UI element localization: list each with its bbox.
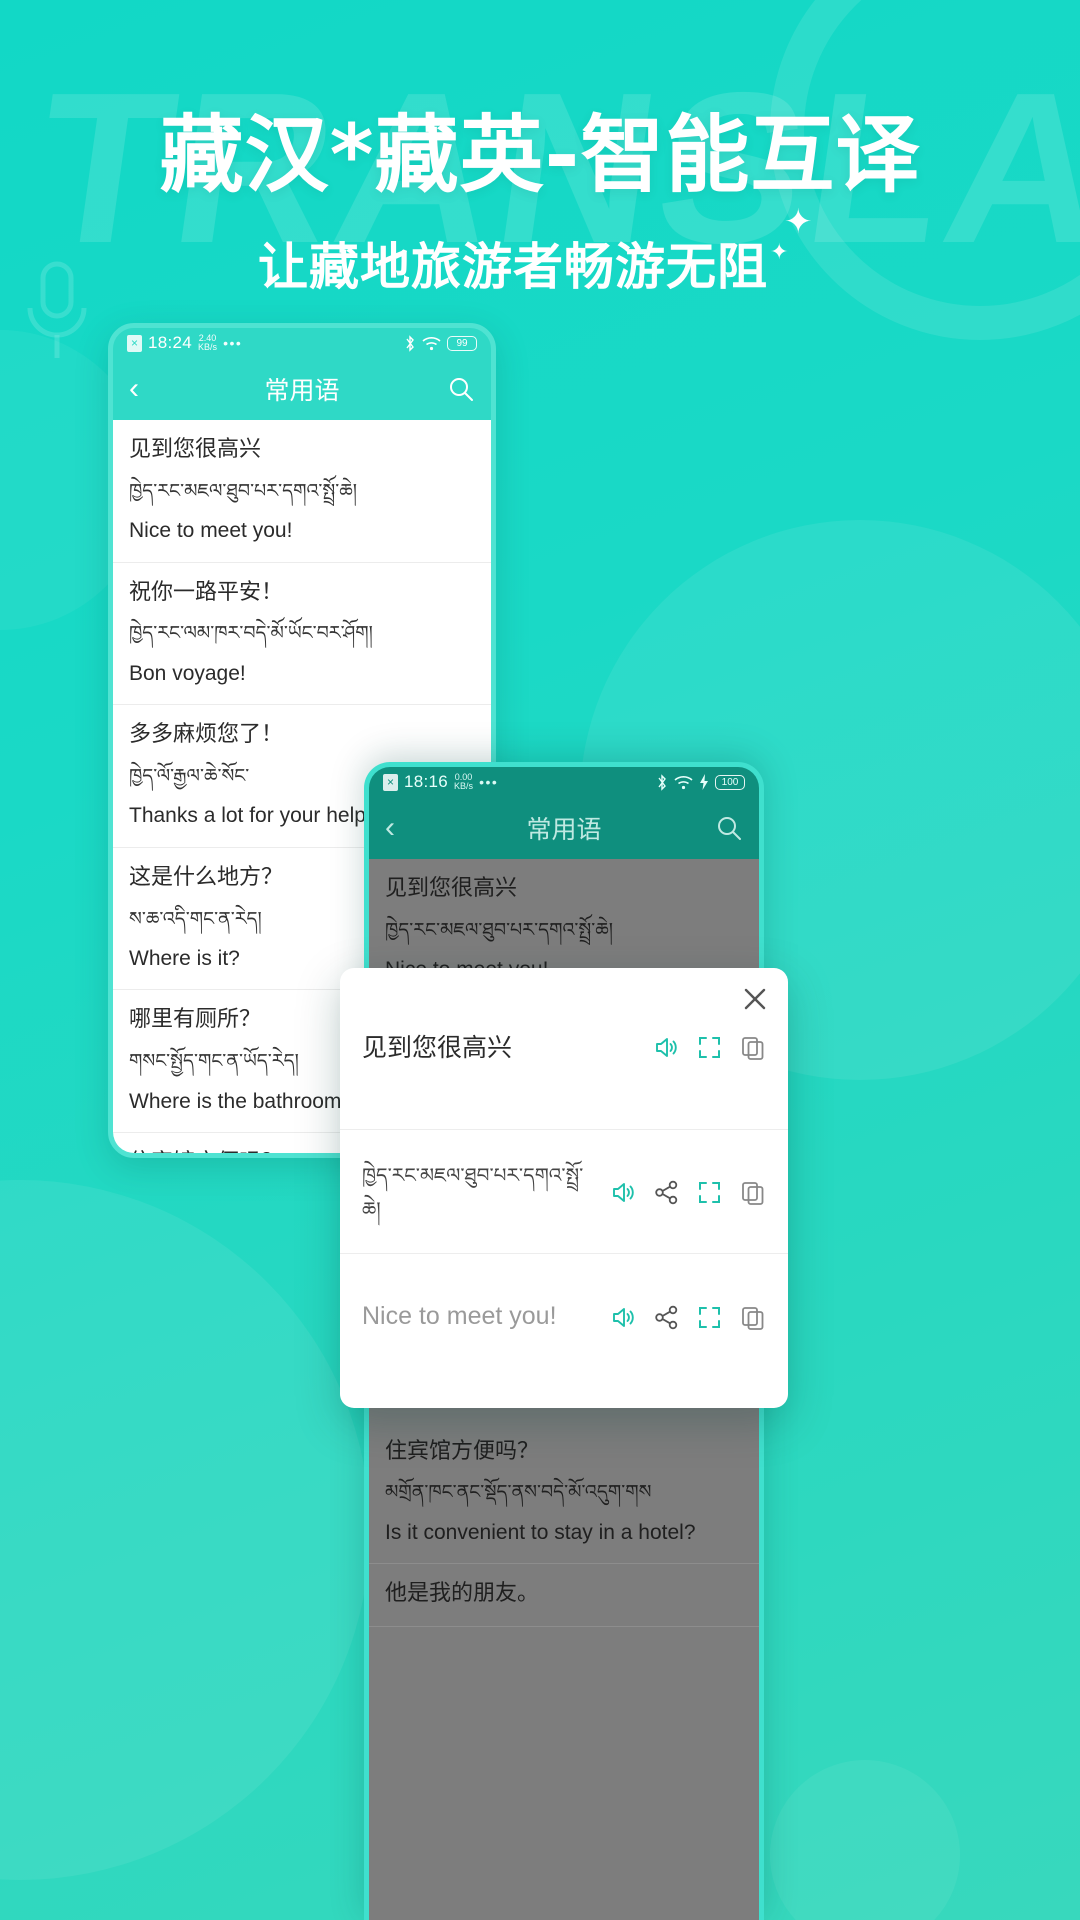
status-time: 18:24 [148,333,193,352]
list-item[interactable]: 他是我的朋友。 [369,1564,759,1628]
status-bar-2: 18:16 0.00 KB/s ••• 100 [369,767,759,797]
phrase-chinese: 他是我的朋友。 [385,1581,540,1607]
share-button[interactable] [653,1304,680,1331]
dialog-tibetan-section: ཁྱེད་རང་མཇལ་ཐུབ་པར་དགའ་སྤྲོ་ཆེ། [340,1130,788,1254]
phrase-chinese: 见到您很高兴 [129,437,262,462]
phrase-english: Is it convenient to stay in a hotel? [385,1520,696,1544]
bluetooth-icon [658,773,666,791]
copy-icon [742,1306,764,1330]
status-overflow-dots: ••• [479,774,499,790]
status-time: 18:16 [404,772,449,791]
expand-icon [699,1182,720,1203]
speaker-button[interactable] [610,1179,637,1206]
promo-subline: 让藏地旅游者畅游无阻 [258,237,768,296]
sparkle-big-icon: ✦ [784,202,813,241]
dialog-tibetan-text: ཁྱེད་རང་མཇལ་ཐུབ་པར་དགའ་སྤྲོ་ཆེ། [362,1162,584,1221]
expand-button[interactable] [696,1304,723,1331]
copy-icon [742,1182,764,1205]
speaker-button[interactable] [610,1304,637,1331]
share-button[interactable] [653,1179,680,1206]
dialog-source-text: 见到您很高兴 [362,1033,513,1062]
net-speed-unit: KB/s [198,342,218,352]
search-icon [450,377,473,401]
bluetooth-icon [406,334,414,352]
sparkle-group: ✦ ✦ [770,205,822,279]
translation-detail-dialog: 见到您很高兴 ཁྱེད་རང་མཇལ་ཐུབ་པར་དགའ་སྤྲོ་ཆེ། N… [340,968,788,1408]
wifi-icon [422,336,441,350]
battery-indicator: 99 [447,335,477,351]
close-button[interactable] [738,982,772,1016]
phrase-chinese: 见到您很高兴 [385,876,518,901]
back-button[interactable]: ‹ [385,811,425,845]
phrase-english: Nice to meet you! [129,519,293,543]
copy-button[interactable] [739,1304,766,1331]
phrase-tibetan: ཁྱེད་རང་མཇལ་ཐུབ་པར་དགའ་སྤྲོ་ཆེ། [385,918,613,941]
page-title: 常用语 [264,376,340,405]
expand-icon [699,1037,720,1058]
back-button[interactable]: ‹ [129,372,169,406]
status-bar-1: 18:24 2.40 KB/s ••• 99 [113,328,491,358]
expand-button[interactable] [696,1034,723,1061]
status-network-speed: 0.00 KB/s [454,773,473,791]
promo-headline: 藏汉*藏英-智能互译 [159,106,921,204]
sparkle-small-icon: ✦ [770,238,789,264]
battery-indicator: 100 [715,774,745,790]
speaker-icon [613,1183,634,1202]
phrase-chinese: 住宾馆方便吗？ [385,1438,540,1464]
net-speed-unit: KB/s [454,781,474,791]
dialog-source-section: 见到您很高兴 [340,968,788,1130]
list-item[interactable]: 见到您很高兴 ཁྱེད་རང་མཇལ་ཐུབ་པར་དགའ་སྤྲོ་ཆེ། N… [113,420,491,563]
dialog-english-section: Nice to meet you! [340,1254,788,1378]
wifi-icon [674,775,693,789]
status-network-speed: 2.40 KB/s [198,334,217,352]
phrase-tibetan: ཁྱེད་རང་མཇལ་ཐུབ་པར་དགའ་སྤྲོ་ཆེ། [129,479,357,502]
sim-card-icon [383,773,398,791]
app-bar-2: ‹ 常用语 [369,797,759,859]
expand-button[interactable] [696,1179,723,1206]
share-icon [655,1305,678,1329]
charging-icon [700,774,708,790]
search-icon [718,816,741,840]
phrase-chinese: 祝你一路平安！ [129,579,284,605]
expand-icon [699,1306,720,1328]
speaker-button[interactable] [653,1034,680,1061]
close-icon [744,988,766,1010]
app-bar-1: ‹ 常用语 [113,358,491,420]
dialog-english-text: Nice to meet you! [362,1301,557,1330]
phrase-english: Bon voyage! [129,661,246,685]
speaker-icon [656,1038,677,1057]
page-title: 常用语 [526,815,602,844]
list-item[interactable]: 祝你一路平安！ ཁྱེད་རང་ལམ་ཁར་བདེ་མོ་ཡོང་བར་ཤོག།… [113,563,491,706]
phrase-tibetan: ཁྱེད་རང་ལམ་ཁར་བདེ་མོ་ཡོང་བར་ཤོག། [129,622,373,645]
copy-button[interactable] [739,1034,766,1061]
deco-circle-bottom [770,1760,960,1920]
speaker-icon [613,1307,634,1327]
copy-button[interactable] [739,1179,766,1206]
phrase-tibetan: མགྲོན་ཁང་ནང་སྡོད་ནས་བདེ་མོ་འདུག་གས [385,1481,652,1504]
deco-circle-left [0,1180,370,1880]
phrase-chinese: 多多麻烦您了！ [129,722,284,748]
sim-card-icon [127,334,142,352]
list-item[interactable]: 住宾馆方便吗？ མགྲོན་ཁང་ནང་སྡོད་ནས་བདེ་མོ་འདུག་… [369,1422,759,1565]
search-button[interactable] [703,815,743,842]
promo-text-block: 藏汉*藏英-智能互译 让藏地旅游者畅游无阻 ✦ ✦ [0,110,1080,299]
search-button[interactable] [435,376,475,403]
status-overflow-dots: ••• [223,335,243,351]
share-icon [655,1180,678,1205]
copy-icon [742,1037,764,1060]
